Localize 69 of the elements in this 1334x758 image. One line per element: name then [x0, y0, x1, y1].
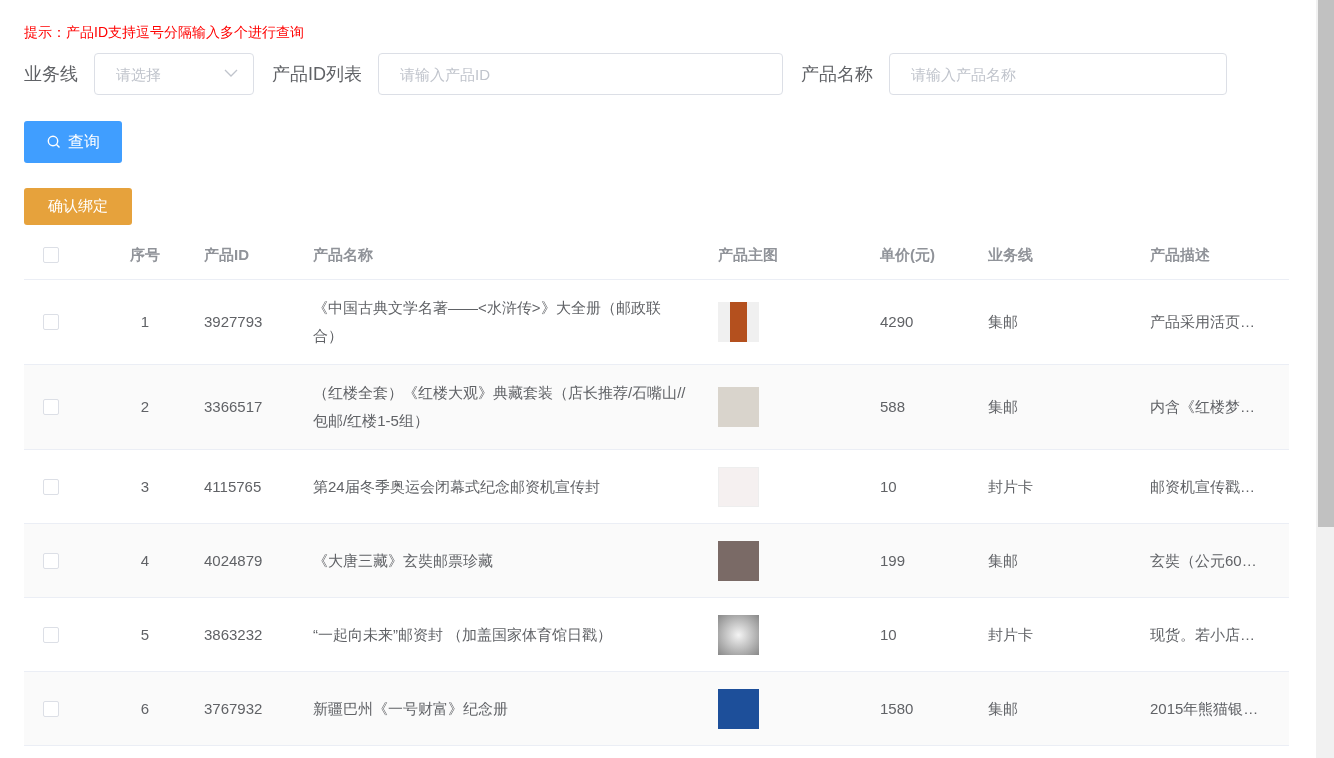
table-row[interactable]: 2 3366517 （红楼全套）《红楼大观》典藏套装（店长推荐/石嘴山//包邮/红楼1-5组） 588 集邮 内含《红楼梦… — [24, 365, 1289, 450]
row-checkbox[interactable] — [43, 700, 59, 717]
search-icon — [46, 135, 61, 149]
row-checkbox[interactable] — [43, 478, 59, 495]
chevron-down-icon — [224, 69, 238, 77]
table-cell: 5 — [140, 625, 150, 643]
table-cell: 1580 — [880, 699, 914, 717]
row-checkbox[interactable] — [43, 314, 59, 330]
table-cell: 6 — [140, 699, 150, 717]
table-cell: 3927793 — [204, 313, 263, 330]
table-cell: 1 — [140, 313, 150, 330]
table-cell: 封片卡 — [988, 477, 1033, 495]
table-cell: 内含《红楼梦… — [1150, 398, 1255, 415]
table-cell: 10 — [880, 625, 897, 643]
table-cell: 4290 — [880, 313, 914, 330]
scrollbar[interactable] — [1316, 0, 1334, 758]
table-cell: 3 — [140, 477, 150, 495]
column-header: 单价(元) — [880, 246, 935, 263]
table-cell: 3767932 — [204, 699, 263, 717]
table-cell: 邮资机宣传戳… — [1150, 477, 1255, 495]
table-cell: 4 — [140, 551, 150, 569]
table-cell: 封片卡 — [988, 625, 1033, 643]
table-cell: 集邮 — [988, 699, 1018, 717]
filter-label: 产品ID列表 — [272, 63, 362, 86]
table-cell: 玄奘（公元60… — [1150, 551, 1257, 569]
table-cell: 588 — [880, 398, 906, 415]
table-cell: 2015年熊猫银… — [1150, 699, 1259, 717]
column-header: 产品名称 — [313, 246, 373, 263]
row-checkbox[interactable] — [43, 399, 59, 415]
photo-placeholder — [718, 688, 759, 729]
table-cell: 第24届冬季奥运会闭幕式纪念邮资机宣传封 — [313, 477, 600, 495]
table-cell: 现货。若小店… — [1150, 625, 1255, 643]
column-header: 产品描述 — [1150, 246, 1210, 263]
filter-label: 业务线 — [24, 63, 78, 86]
table-cell: 集邮 — [988, 551, 1018, 569]
filter-label: 产品名称 — [801, 63, 873, 86]
column-header: 产品ID — [204, 246, 249, 263]
photo-placeholder — [718, 387, 759, 427]
table-cell: 199 — [880, 551, 906, 569]
table-row[interactable]: 6 3767932 新疆巴州《一号财富》纪念册 1580 集邮 2015年熊猫银… — [24, 672, 1289, 746]
photo-placeholder — [718, 540, 759, 581]
photo-placeholder — [718, 614, 759, 655]
scrollbar-thumb[interactable] — [1318, 0, 1334, 527]
input-field[interactable]: 请输入产品ID — [378, 53, 783, 95]
table-cell: “一起向未来”邮资封 （加盖国家体育馆日戳） — [313, 625, 613, 643]
input-field[interactable]: 请输入产品名称 — [889, 53, 1227, 95]
row-checkbox[interactable] — [43, 626, 59, 643]
table-cell: （红楼全套）《红楼大观》典藏套装（店长推荐/石嘴山//包邮/红楼1-5组） — [313, 384, 686, 429]
column-header: 序号 — [130, 246, 160, 263]
column-header: 产品主图 — [718, 246, 778, 263]
table-cell: 3366517 — [204, 398, 263, 415]
table-cell: 2 — [140, 398, 150, 415]
table-cell: 3863232 — [204, 625, 263, 643]
row-checkbox[interactable] — [43, 552, 59, 569]
table-cell: 《大唐三藏》玄奘邮票珍藏 — [313, 551, 493, 569]
table-cell: 4024879 — [204, 551, 263, 569]
table-cell: 集邮 — [988, 313, 1018, 330]
table-cell: 4115765 — [204, 477, 262, 495]
photo-placeholder — [718, 302, 759, 342]
select-all-checkbox[interactable] — [43, 247, 59, 263]
table-cell: 新疆巴州《一号财富》纪念册 — [313, 699, 508, 717]
table-cell: 产品采用活页… — [1150, 313, 1255, 330]
business-line-select[interactable]: 请选择 — [94, 53, 254, 95]
table-cell: 集邮 — [988, 398, 1018, 415]
table-row[interactable]: 4 4024879 《大唐三藏》玄奘邮票珍藏 199 集邮 玄奘（公元60… — [24, 524, 1289, 598]
hint-text: 提示：产品ID支持逗号分隔输入多个进行查询 — [24, 23, 305, 42]
table-cell: 10 — [880, 477, 897, 495]
table-cell: 《中国古典文学名著——<水浒传>》大全册（邮政联合） — [313, 299, 661, 344]
column-header: 业务线 — [988, 246, 1033, 263]
